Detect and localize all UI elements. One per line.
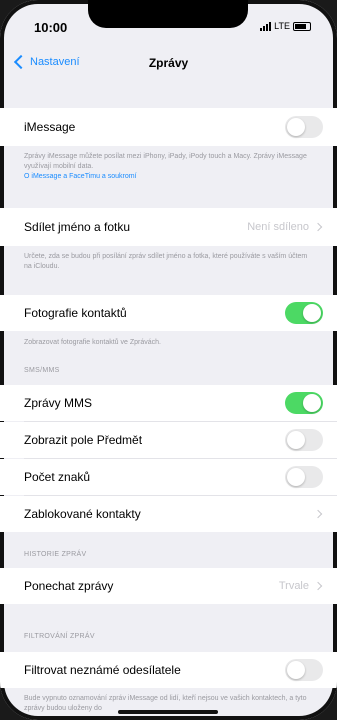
navigation-bar: Nastavení Zprávy xyxy=(0,44,337,80)
share-footer: Určete, zda se budou při posílání zpráv … xyxy=(24,253,308,270)
character-count-row: Počet znaků xyxy=(0,459,337,495)
status-indicators: LTE xyxy=(260,21,311,31)
toggle-knob xyxy=(303,304,321,322)
phone-screen: 10:00 LTE Nastavení Zprávy iMessage Zprá… xyxy=(0,0,337,720)
status-bar: 10:00 LTE xyxy=(0,0,337,42)
signal-icon xyxy=(260,21,272,31)
filter-unknown-toggle[interactable] xyxy=(285,659,323,681)
imessage-privacy-link[interactable]: O iMessage a FaceTimu a soukromí xyxy=(24,172,313,182)
toggle-knob xyxy=(287,431,305,449)
imessage-row: iMessage xyxy=(0,108,337,146)
character-count-label: Počet znaků xyxy=(24,470,91,484)
subject-field-row: Zobrazit pole Předmět xyxy=(0,422,337,458)
subject-field-label: Zobrazit pole Předmět xyxy=(24,433,143,447)
contact-photos-row: Fotografie kontaktů xyxy=(0,295,337,331)
share-value: Není sdíleno xyxy=(247,221,309,233)
keep-messages-row[interactable]: Ponechat zprávy Trvale xyxy=(0,568,337,604)
filter-unknown-row: Filtrovat neznámé odesílatele xyxy=(0,652,337,688)
blocked-contacts-label: Zablokované kontakty xyxy=(24,507,141,521)
share-label: Sdílet jméno a fotku xyxy=(24,220,131,234)
subject-field-toggle[interactable] xyxy=(285,429,323,451)
filter-unknown-label: Filtrovat neznámé odesílatele xyxy=(24,663,181,677)
keep-messages-value: Trvale xyxy=(278,580,309,592)
contact-photos-toggle[interactable] xyxy=(285,302,323,324)
imessage-footer-text: Zprávy iMessage můžete posílat mezi iPho… xyxy=(24,153,307,170)
home-indicator[interactable] xyxy=(118,710,218,714)
chevron-right-icon xyxy=(313,581,323,591)
chevron-right-icon xyxy=(313,509,323,519)
keep-messages-label: Ponechat zprávy xyxy=(24,579,114,593)
toggle-knob xyxy=(287,468,305,486)
mms-toggle[interactable] xyxy=(285,392,323,414)
mms-label: Zprávy MMS xyxy=(24,396,93,410)
contact-photos-label: Fotografie kontaktů xyxy=(24,306,127,320)
toggle-knob xyxy=(287,118,305,136)
character-count-toggle[interactable] xyxy=(285,466,323,488)
imessage-label: iMessage xyxy=(24,120,76,134)
battery-icon xyxy=(293,21,311,31)
imessage-footer: Zprávy iMessage můžete posílat mezi iPho… xyxy=(24,152,313,182)
mms-row: Zprávy MMS xyxy=(0,385,337,421)
blocked-contacts-row[interactable]: Zablokované kontakty xyxy=(0,496,337,532)
history-section-header: HISTORIE ZPRÁV xyxy=(24,551,87,558)
toggle-knob xyxy=(287,661,305,679)
contact-photos-footer: Zobrazovat fotografie kontaktů ve Zprává… xyxy=(24,339,161,346)
chevron-right-icon xyxy=(313,222,323,232)
filter-section-header: FILTROVÁNÍ ZPRÁV xyxy=(24,633,95,640)
network-label: LTE xyxy=(274,21,290,31)
share-name-photo-row[interactable]: Sdílet jméno a fotku Není sdíleno xyxy=(0,208,337,246)
sms-section-header: SMS/MMS xyxy=(24,367,60,374)
toggle-knob xyxy=(303,394,321,412)
page-title: Zprávy xyxy=(148,56,189,70)
imessage-toggle[interactable] xyxy=(285,116,323,138)
status-time: 10:00 xyxy=(34,20,68,35)
